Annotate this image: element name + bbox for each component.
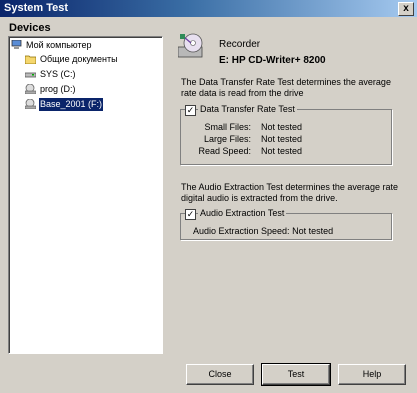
tree-item-label: Мой компьютер	[26, 40, 92, 50]
close-window-button[interactable]: x	[398, 2, 414, 16]
audio-test-description: The Audio Extraction Test determines the…	[181, 182, 398, 203]
hard-drive-icon	[25, 72, 36, 78]
recorder-label: Recorder	[219, 39, 261, 50]
recorder-drive-name: E: HP CD-Writer+ 8200	[219, 55, 326, 66]
tree-item-label: prog (D:)	[40, 84, 76, 94]
large-files-key: Large Files:	[203, 134, 251, 144]
audio-test-label: Audio Extraction Test	[198, 208, 287, 218]
test-button[interactable]: Test	[261, 363, 331, 386]
title-bar: System Test x	[0, 0, 417, 17]
read-speed-value: Not tested	[261, 146, 303, 156]
read-speed-key: Read Speed:	[198, 146, 251, 156]
folder-icon	[25, 55, 36, 64]
computer-icon	[11, 40, 22, 49]
cd-drive-icon	[25, 84, 36, 94]
cd-drive-icon	[25, 99, 36, 109]
audio-speed-value: Not tested	[292, 226, 334, 236]
audio-speed-row: Audio Extraction Speed: Not tested	[193, 226, 333, 236]
close-button[interactable]: Close	[186, 364, 254, 385]
transfer-test-checkbox[interactable]: ✓	[185, 105, 196, 116]
window-title: System Test	[4, 2, 68, 14]
cd-recorder-icon	[178, 33, 203, 58]
tree-item-label: Общие документы	[40, 54, 118, 64]
small-files-key: Small Files:	[204, 122, 251, 132]
help-button[interactable]: Help	[338, 364, 406, 385]
devices-label: Devices	[9, 22, 51, 34]
small-files-value: Not tested	[261, 122, 303, 132]
tree-item-label: Base_2001 (F:)	[39, 98, 104, 111]
tree-item-label: SYS (C:)	[40, 69, 76, 79]
audio-test-group: ✓ Audio Extraction Test Audio Extraction…	[180, 208, 392, 240]
transfer-test-group: ✓ Data Transfer Rate Test Small Files: N…	[180, 104, 392, 165]
transfer-test-description: The Data Transfer Rate Test determines t…	[181, 77, 391, 98]
large-files-value: Not tested	[261, 134, 303, 144]
transfer-test-label: Data Transfer Rate Test	[198, 104, 297, 114]
devices-tree[interactable]: Мой компьютер Общие документы SYS (C:) p…	[8, 36, 163, 354]
audio-speed-key: Audio Extraction Speed:	[193, 226, 290, 236]
audio-test-checkbox[interactable]: ✓	[185, 209, 196, 220]
